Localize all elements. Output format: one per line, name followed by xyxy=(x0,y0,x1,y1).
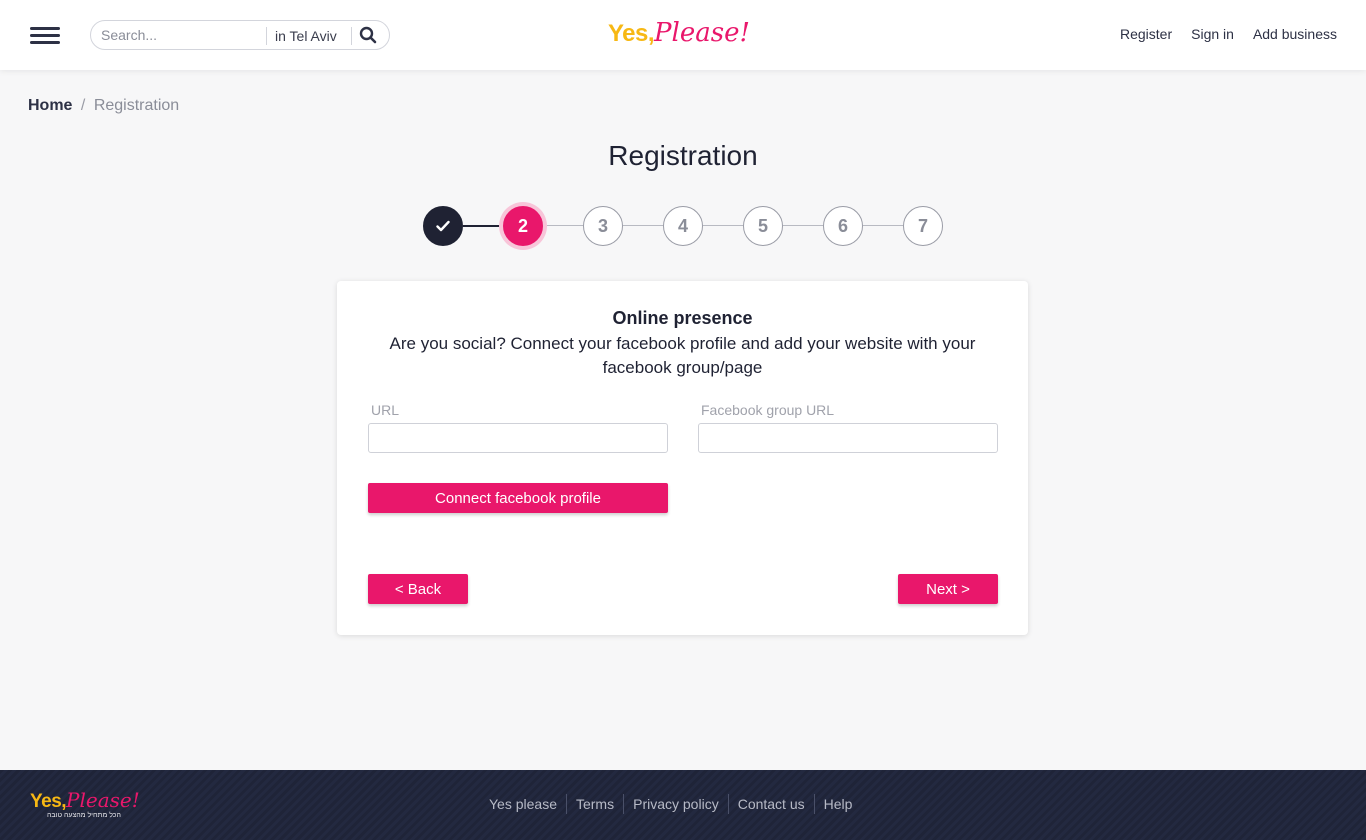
step-connector xyxy=(623,225,663,226)
search-bar: in Tel Aviv xyxy=(90,20,390,50)
location-selector[interactable]: in Tel Aviv xyxy=(275,28,337,44)
page-title: Registration xyxy=(608,140,758,171)
search-divider xyxy=(266,27,267,45)
sign-in-link[interactable]: Sign in xyxy=(1191,26,1234,42)
menu-icon[interactable] xyxy=(30,26,60,46)
footer: Yes,Please! הכל מתחיל מהצעה טובה Yes ple… xyxy=(0,770,1366,840)
card-title: Online presence xyxy=(612,308,753,328)
footer-links: Yes please Terms Privacy policy Contact … xyxy=(480,794,861,814)
breadcrumb: Home / Registration xyxy=(28,97,179,115)
step-1-check-icon[interactable] xyxy=(423,206,463,246)
step-6[interactable]: 6 xyxy=(823,206,863,246)
search-icon[interactable] xyxy=(359,26,381,46)
next-button[interactable]: Next > xyxy=(898,574,998,604)
footer-link-privacy[interactable]: Privacy policy xyxy=(624,796,728,812)
footer-logo[interactable]: Yes,Please! xyxy=(30,788,140,813)
breadcrumb-home[interactable]: Home xyxy=(28,97,72,114)
facebook-url-label: Facebook group URL xyxy=(701,402,835,418)
footer-link-terms[interactable]: Terms xyxy=(567,796,623,812)
top-header: in Tel Aviv Yes,Please! Register Sign in… xyxy=(0,0,1366,70)
search-input[interactable] xyxy=(101,25,261,45)
step-connector xyxy=(863,225,903,226)
breadcrumb-separator: / xyxy=(80,97,86,114)
registration-stepper: 2 3 4 5 6 7 xyxy=(423,206,943,246)
step-connector xyxy=(543,225,583,226)
step-connector xyxy=(463,225,503,227)
facebook-url-input[interactable] xyxy=(698,423,998,453)
footer-link-help[interactable]: Help xyxy=(815,796,862,812)
footer-link-yes-please[interactable]: Yes please xyxy=(480,796,566,812)
top-nav: Register Sign in Add business xyxy=(1120,26,1337,42)
step-4[interactable]: 4 xyxy=(663,206,703,246)
step-2[interactable]: 2 xyxy=(503,206,543,246)
url-input[interactable] xyxy=(368,423,668,453)
register-link[interactable]: Register xyxy=(1120,26,1172,42)
step-connector xyxy=(783,225,823,226)
url-label: URL xyxy=(371,402,400,418)
step-connector xyxy=(703,225,743,226)
card-description: Are you social? Connect your facebook pr… xyxy=(389,334,976,377)
add-business-link[interactable]: Add business xyxy=(1253,26,1337,42)
breadcrumb-current: Registration xyxy=(93,97,180,114)
footer-link-contact[interactable]: Contact us xyxy=(729,796,814,812)
footer-tagline: הכל מתחיל מהצעה טובה xyxy=(47,812,121,819)
back-button[interactable]: < Back xyxy=(368,574,468,604)
connect-facebook-button[interactable]: Connect facebook profile xyxy=(368,483,668,513)
registration-card: Online presence Are you social? Connect … xyxy=(337,281,1028,635)
step-5[interactable]: 5 xyxy=(743,206,783,246)
step-7[interactable]: 7 xyxy=(903,206,943,246)
site-logo[interactable]: Yes,Please! xyxy=(608,18,750,52)
step-3[interactable]: 3 xyxy=(583,206,623,246)
search-divider xyxy=(351,27,352,45)
